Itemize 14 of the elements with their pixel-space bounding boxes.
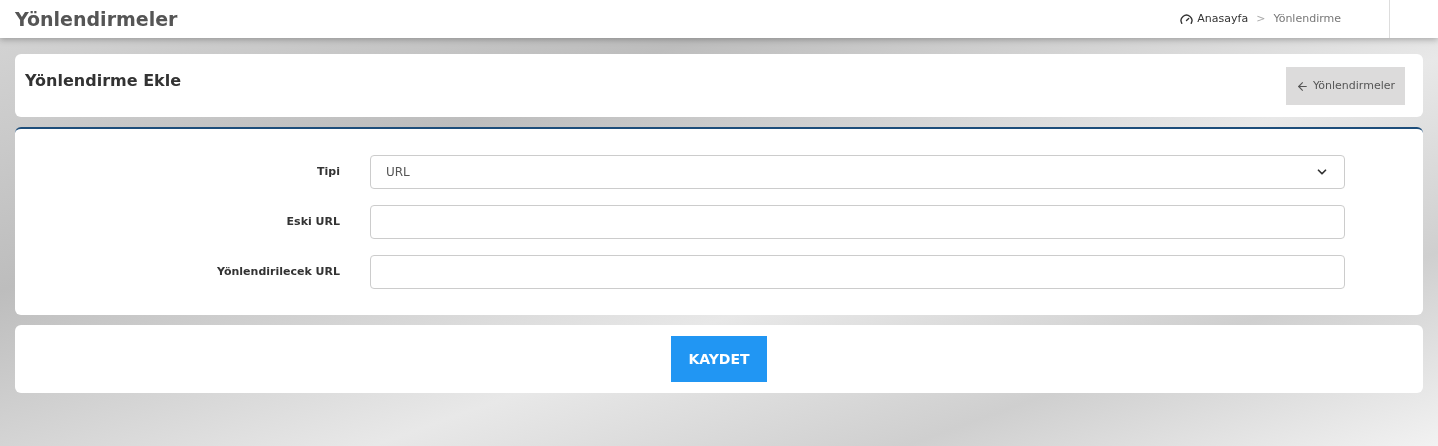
breadcrumb-current: Yönlendirme (1273, 10, 1341, 27)
page-title: Yönlendirmeler (15, 6, 178, 32)
dashboard-icon (1180, 12, 1194, 26)
input-field[interactable] (370, 255, 1345, 289)
input-field[interactable] (370, 205, 1345, 239)
card-title: Yönlendirme Ekle (25, 70, 182, 92)
arrow-left-icon (1296, 79, 1310, 93)
breadcrumb-link[interactable]: Anasayfa (1180, 10, 1249, 28)
field-label: Tipi (316, 163, 341, 180)
breadcrumb-separator: > (1256, 10, 1266, 27)
back-button[interactable]: Yönlendirmeler (1286, 67, 1405, 105)
select-field[interactable]: URL (370, 155, 1345, 189)
field-label: Eski URL (285, 213, 341, 230)
field-label: Yönlendirilecek URL (216, 263, 341, 280)
